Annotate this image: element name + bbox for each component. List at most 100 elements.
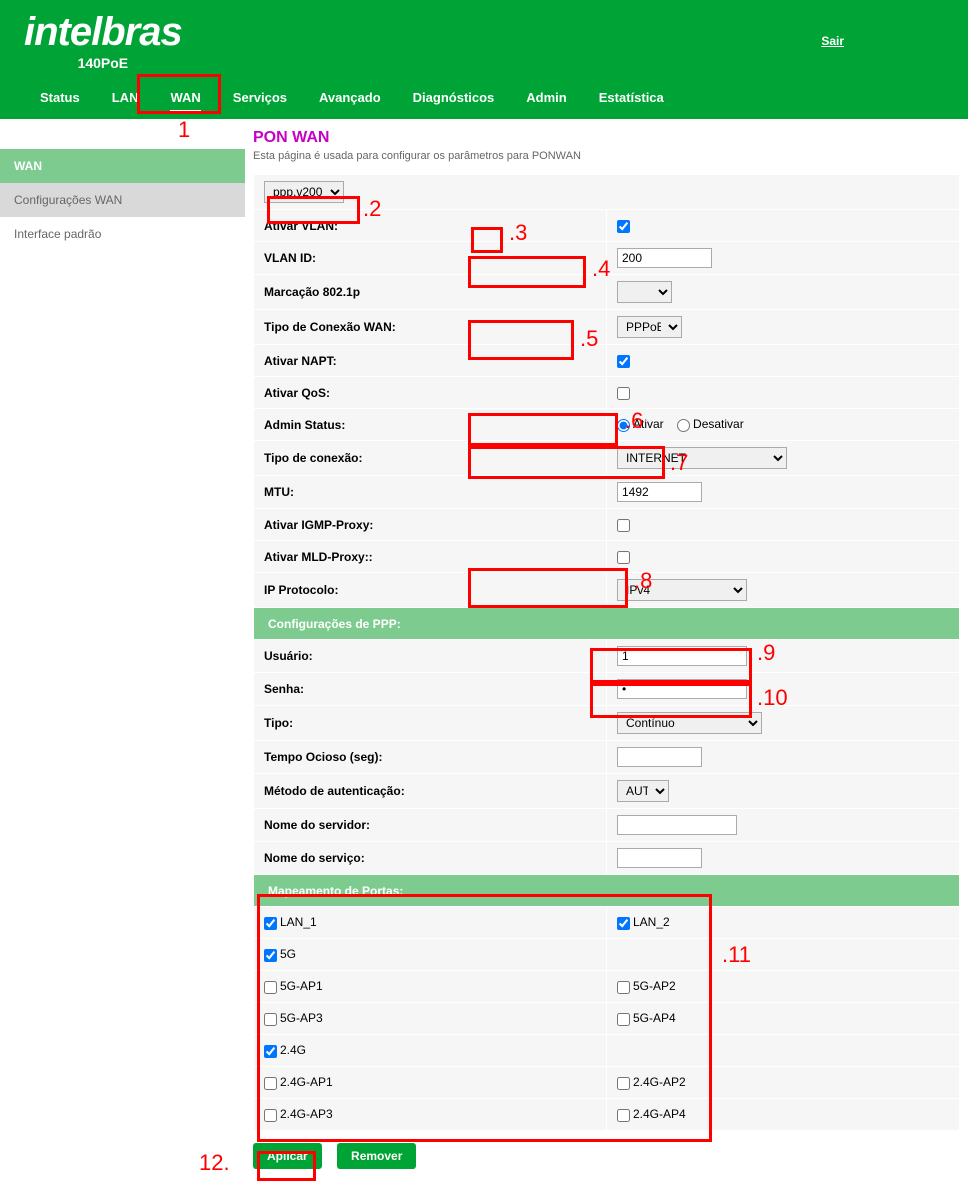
nav-item-status[interactable]: Status <box>24 76 96 119</box>
wan-conn-type-label: Tipo de Conexão WAN: <box>254 310 607 345</box>
portmap-checkbox[interactable] <box>264 981 277 994</box>
logout-link[interactable]: Sair <box>821 34 844 48</box>
callout-8: .8 <box>634 568 652 594</box>
nav-item-diagnósticos[interactable]: Diagnósticos <box>397 76 511 119</box>
napt-checkbox[interactable] <box>617 355 630 368</box>
mtu-input[interactable] <box>617 482 702 502</box>
portmap-header: Mapeamento de Portas: <box>254 875 960 907</box>
portmap-checkbox[interactable] <box>264 1013 277 1026</box>
nav-item-wan[interactable]: WAN <box>154 76 216 119</box>
nav-item-lan[interactable]: LAN <box>96 76 155 119</box>
ppp-user-label: Usuário: <box>254 640 607 673</box>
portmap-label: LAN_2 <box>633 915 670 929</box>
ppp-auth-label: Método de autenticação: <box>254 774 607 809</box>
admin-off-text: Desativar <box>693 417 744 431</box>
igmp-label: Ativar IGMP-Proxy: <box>254 509 607 541</box>
sidebar-item-config-wan[interactable]: Configurações WAN <box>0 183 245 217</box>
portmap-checkbox[interactable] <box>617 981 630 994</box>
mld-checkbox[interactable] <box>617 551 630 564</box>
ppp-auth-select[interactable]: AUTO <box>617 780 669 802</box>
conn-type-label: Tipo de conexão: <box>254 441 607 476</box>
sidebar-section-wan: WAN <box>0 149 245 183</box>
mtu-label: MTU: <box>254 476 607 509</box>
vlan-enable-label: Ativar VLAN: <box>254 210 607 242</box>
callout-11: .11 <box>722 942 751 968</box>
conn-type-select[interactable]: INTERNET <box>617 447 787 469</box>
portmap-label: 5G-AP1 <box>280 979 323 993</box>
logo-subtitle: 140PoE <box>24 55 182 71</box>
portmap-checkbox[interactable] <box>264 917 277 930</box>
profile-select[interactable]: ppp.v200 <box>264 181 344 203</box>
ipproto-label: IP Protocolo: <box>254 573 607 608</box>
remove-button[interactable]: Remover <box>337 1143 416 1169</box>
callout-12: 12. <box>199 1150 230 1176</box>
nav-item-admin[interactable]: Admin <box>510 76 582 119</box>
ppp-service-label: Nome do serviço: <box>254 842 607 875</box>
portmap-label: 5G-AP4 <box>633 1011 676 1025</box>
callout-2: .2 <box>363 196 381 222</box>
nav-item-serviços[interactable]: Serviços <box>217 76 303 119</box>
portmap-label: 2.4G <box>280 1043 306 1057</box>
ppp-idle-label: Tempo Ocioso (seg): <box>254 741 607 774</box>
callout-6: .6 <box>625 408 643 434</box>
igmp-checkbox[interactable] <box>617 519 630 532</box>
8021p-label: Marcação 802.1p <box>254 275 607 310</box>
callout-7: .7 <box>670 450 688 476</box>
vlan-enable-checkbox[interactable] <box>617 220 630 233</box>
qos-label: Ativar QoS: <box>254 377 607 409</box>
header: intelbras 140PoE Sair StatusLANWANServiç… <box>0 0 968 119</box>
admin-status-label: Admin Status: <box>254 409 607 441</box>
sidebar-item-default-iface[interactable]: Interface padrão <box>0 217 245 251</box>
nav-item-estatística[interactable]: Estatística <box>583 76 680 119</box>
callout-4: .4 <box>592 256 610 282</box>
portmap-checkbox[interactable] <box>264 1109 277 1122</box>
ppp-idle-input[interactable] <box>617 747 702 767</box>
portmap-label: LAN_1 <box>280 915 317 929</box>
navbar: StatusLANWANServiçosAvançadoDiagnósticos… <box>0 76 968 119</box>
ppp-user-input[interactable] <box>617 646 747 666</box>
portmap-checkbox[interactable] <box>617 917 630 930</box>
qos-checkbox[interactable] <box>617 387 630 400</box>
apply-button[interactable]: Aplicar <box>253 1143 322 1169</box>
portmap-label: 2.4G-AP1 <box>280 1075 333 1089</box>
ppp-service-input[interactable] <box>617 848 702 868</box>
callout-3: .3 <box>509 220 527 246</box>
ppp-header: Configurações de PPP: <box>254 608 960 640</box>
logo: intelbras 140PoE <box>24 10 182 71</box>
page-subtitle: Esta página é usada para configurar os p… <box>253 150 960 162</box>
callout-5: .5 <box>580 326 598 352</box>
wan-conn-type-select[interactable]: PPPoE <box>617 316 682 338</box>
portmap-label: 5G <box>280 947 296 961</box>
wan-form-table: ppp.v200 Ativar VLAN: VLAN ID: Marcação … <box>253 174 960 1131</box>
portmap-label: 5G-AP2 <box>633 979 676 993</box>
portmap-label: 5G-AP3 <box>280 1011 323 1025</box>
ppp-pass-input[interactable] <box>617 679 747 699</box>
portmap-checkbox[interactable] <box>264 949 277 962</box>
portmap-checkbox[interactable] <box>264 1077 277 1090</box>
vlan-id-label: VLAN ID: <box>254 242 607 275</box>
ppp-type-label: Tipo: <box>254 706 607 741</box>
portmap-checkbox[interactable] <box>264 1045 277 1058</box>
8021p-select[interactable] <box>617 281 672 303</box>
vlan-id-input[interactable] <box>617 248 712 268</box>
portmap-checkbox[interactable] <box>617 1013 630 1026</box>
callout-9: .9 <box>757 640 775 666</box>
portmap-checkbox[interactable] <box>617 1109 630 1122</box>
sidebar: WAN Configurações WAN Interface padrão <box>0 119 245 1201</box>
callout-1: 1 <box>178 117 190 143</box>
callout-10: .10 <box>757 685 788 711</box>
portmap-label: 2.4G-AP3 <box>280 1107 333 1121</box>
page-title: PON WAN <box>253 129 960 147</box>
portmap-label: 2.4G-AP2 <box>633 1075 686 1089</box>
logo-text: intelbras <box>24 10 182 55</box>
ppp-server-label: Nome do servidor: <box>254 809 607 842</box>
ppp-pass-label: Senha: <box>254 673 607 706</box>
nav-item-avançado[interactable]: Avançado <box>303 76 397 119</box>
napt-label: Ativar NAPT: <box>254 345 607 377</box>
mld-label: Ativar MLD-Proxy:: <box>254 541 607 573</box>
portmap-checkbox[interactable] <box>617 1077 630 1090</box>
ppp-type-select[interactable]: Contínuo <box>617 712 762 734</box>
ppp-server-input[interactable] <box>617 815 737 835</box>
admin-status-off-radio[interactable] <box>677 419 690 432</box>
portmap-label: 2.4G-AP4 <box>633 1107 686 1121</box>
